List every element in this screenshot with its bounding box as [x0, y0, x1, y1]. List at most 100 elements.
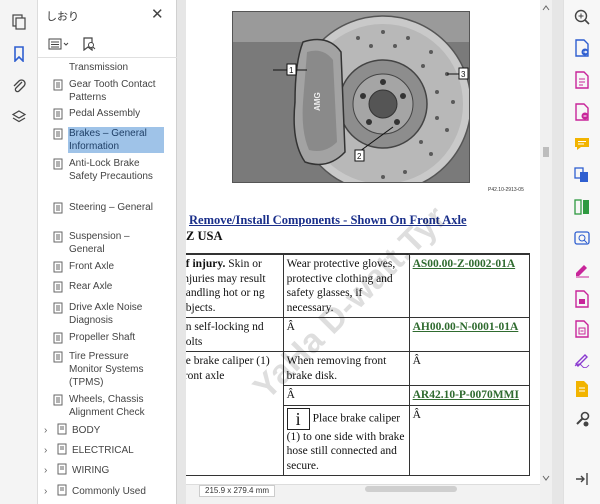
- bookmark-page-icon: [52, 394, 64, 406]
- bookmark-page-icon: [52, 281, 64, 293]
- bookmark-item[interactable]: Pedal Assembly: [53, 107, 164, 120]
- bookmark-label: Gear Tooth Contact Patterns: [69, 79, 156, 103]
- chevron-right-icon[interactable]: ›: [44, 444, 54, 457]
- bookmark-label: Propeller Shaft: [69, 332, 136, 343]
- bookmark-label: BODY: [72, 425, 101, 436]
- combine-files-icon[interactable]: [573, 166, 591, 184]
- table-cell: AR42.10-P-0070MMI: [408, 385, 531, 406]
- bookmark-label: Tire Pressure Monitor Systems (TPMS): [69, 351, 144, 388]
- bookmark-item[interactable]: Gear Tooth Contact Patterns: [53, 78, 164, 104]
- bookmark-group-wiring[interactable]: › WIRING: [44, 463, 109, 477]
- bookmark-item[interactable]: Suspension – General: [53, 230, 164, 256]
- bookmark-item[interactable]: Rear Axle: [53, 280, 164, 293]
- doc-link[interactable]: AR42.10-P-0070MMI: [413, 389, 519, 401]
- table-cell: AH00.00-N-0001-01A: [408, 317, 531, 352]
- panel-toolbar: [46, 35, 106, 53]
- collapse-icon[interactable]: [573, 470, 591, 488]
- scan-ocr-icon[interactable]: [573, 320, 591, 338]
- figure-callout-1: 1: [289, 66, 294, 75]
- bookmark-page-icon: [52, 128, 64, 140]
- edit-pdf-icon[interactable]: [573, 103, 591, 121]
- bookmark-item[interactable]: Front Axle: [53, 260, 164, 273]
- pages-icon[interactable]: [9, 12, 29, 32]
- table-row: ve brake caliper (1) front axle When rem…: [186, 351, 531, 476]
- bookmark-icon[interactable]: [9, 44, 29, 64]
- bookmark-item[interactable]: Steering – General: [53, 201, 164, 214]
- bookmark-page-icon: [52, 202, 64, 214]
- more-tools-icon[interactable]: [573, 410, 591, 428]
- bookmark-item[interactable]: Tire Pressure Monitor Systems (TPMS): [53, 350, 164, 389]
- attachment-icon[interactable]: [9, 76, 29, 96]
- bookmark-label: ELECTRICAL: [72, 445, 134, 456]
- bookmark-item[interactable]: Drive Axle Noise Diagnosis: [53, 301, 164, 327]
- table-cell: Â: [282, 385, 410, 406]
- scroll-down-arrow-icon[interactable]: [540, 474, 552, 482]
- comment-icon[interactable]: [573, 135, 591, 153]
- section-subheading: Z USA: [186, 229, 223, 243]
- chevron-right-icon[interactable]: ›: [44, 485, 54, 498]
- send-for-signature-icon[interactable]: [573, 350, 591, 369]
- table-cell: on self-locking nd bolts: [186, 317, 284, 352]
- close-icon[interactable]: ✕: [151, 5, 164, 23]
- fill-sign-icon[interactable]: [573, 290, 591, 308]
- bookmark-group-commonly-used[interactable]: › Commonly Used: [44, 484, 146, 498]
- bookmark-label: Front Axle: [69, 261, 115, 272]
- bookmark-group-electrical[interactable]: › ELECTRICAL: [44, 443, 134, 457]
- organize-pages-icon[interactable]: [573, 198, 591, 216]
- bookmark-page-icon: [52, 158, 64, 170]
- doc-link[interactable]: AS00.00-Z-0002-01A: [413, 258, 516, 270]
- scroll-up-arrow-icon[interactable]: [540, 4, 552, 12]
- brake-disc-figure: AMG 1 2 3: [232, 11, 472, 193]
- document-page: AMG 1 2 3 P42.10-2913-05 Remove/Install …: [186, 0, 540, 504]
- scrollbar-thumb[interactable]: [365, 486, 457, 492]
- redact-icon[interactable]: [573, 229, 591, 247]
- bookmark-label: Suspension – General: [69, 231, 130, 255]
- doc-link[interactable]: AH00.00-N-0001-01A: [413, 321, 519, 333]
- bookmark-label: Steering – General: [69, 202, 153, 213]
- bookmark-page-icon: [52, 302, 64, 314]
- bookmark-group-body[interactable]: › BODY: [44, 423, 100, 437]
- document-scrollbar[interactable]: [540, 0, 552, 504]
- panel-divider: [38, 57, 177, 58]
- figure-caption: P42.10-2913-05: [488, 187, 524, 193]
- bookmark-page-icon: [56, 463, 68, 475]
- figure-callout-2: 2: [357, 152, 362, 161]
- bookmark-label: WIRING: [72, 465, 110, 476]
- bookmark-label: Wheels, Chassis Alignment Check: [69, 394, 145, 418]
- protect-icon[interactable]: [573, 260, 591, 278]
- bookmark-page-icon: [56, 443, 68, 455]
- bookmark-item[interactable]: Propeller Shaft: [53, 331, 164, 344]
- create-pdf-icon[interactable]: [573, 71, 591, 89]
- bookmark-item[interactable]: Wheels, Chassis Alignment Check: [53, 393, 164, 419]
- chevron-right-icon[interactable]: ›: [44, 464, 54, 477]
- bookmarks-panel: しおり ✕ Transmission Gear Tooth Contact Pa…: [38, 0, 209, 504]
- left-nav-rail: [0, 0, 38, 504]
- scrollbar-thumb[interactable]: [543, 147, 549, 157]
- table-cell: i Place brake caliper (1) to one side wit…: [282, 404, 410, 476]
- bookmark-page-icon: [52, 108, 64, 120]
- bookmark-page-icon: [52, 261, 64, 273]
- bookmark-item-selected[interactable]: Brakes – General Information: [53, 127, 164, 153]
- bookmark-label: Transmission: [69, 62, 129, 73]
- bookmark-label: Brakes – General Information: [68, 127, 164, 153]
- bookmark-label: Commonly Used: [72, 486, 146, 497]
- bookmark-item[interactable]: Transmission: [68, 61, 164, 74]
- panel-title: しおり: [46, 11, 79, 23]
- bookmark-label: Drive Axle Noise Diagnosis: [69, 302, 143, 326]
- page-size-indicator: 215.9 x 279.4 mm: [199, 485, 276, 497]
- bookmark-item[interactable]: Anti-Lock Brake Safety Precautions: [53, 157, 164, 183]
- svg-text:AMG: AMG: [313, 92, 322, 111]
- table-cell: Â: [408, 351, 531, 386]
- bookmark-page-icon: [52, 79, 64, 91]
- figure-callout-3: 3: [461, 70, 466, 79]
- layers-icon[interactable]: [9, 107, 29, 127]
- chevron-right-icon[interactable]: ›: [44, 424, 54, 437]
- options-menu-button[interactable]: [46, 35, 72, 53]
- info-icon: i: [286, 407, 310, 430]
- bookmark-page-icon: [56, 484, 68, 496]
- stamp-icon[interactable]: [573, 380, 591, 398]
- find-bookmark-icon[interactable]: [76, 35, 102, 53]
- export-pdf-icon[interactable]: [573, 39, 591, 57]
- zoom-icon[interactable]: [573, 8, 591, 26]
- bookmark-label: Anti-Lock Brake Safety Precautions: [69, 158, 153, 182]
